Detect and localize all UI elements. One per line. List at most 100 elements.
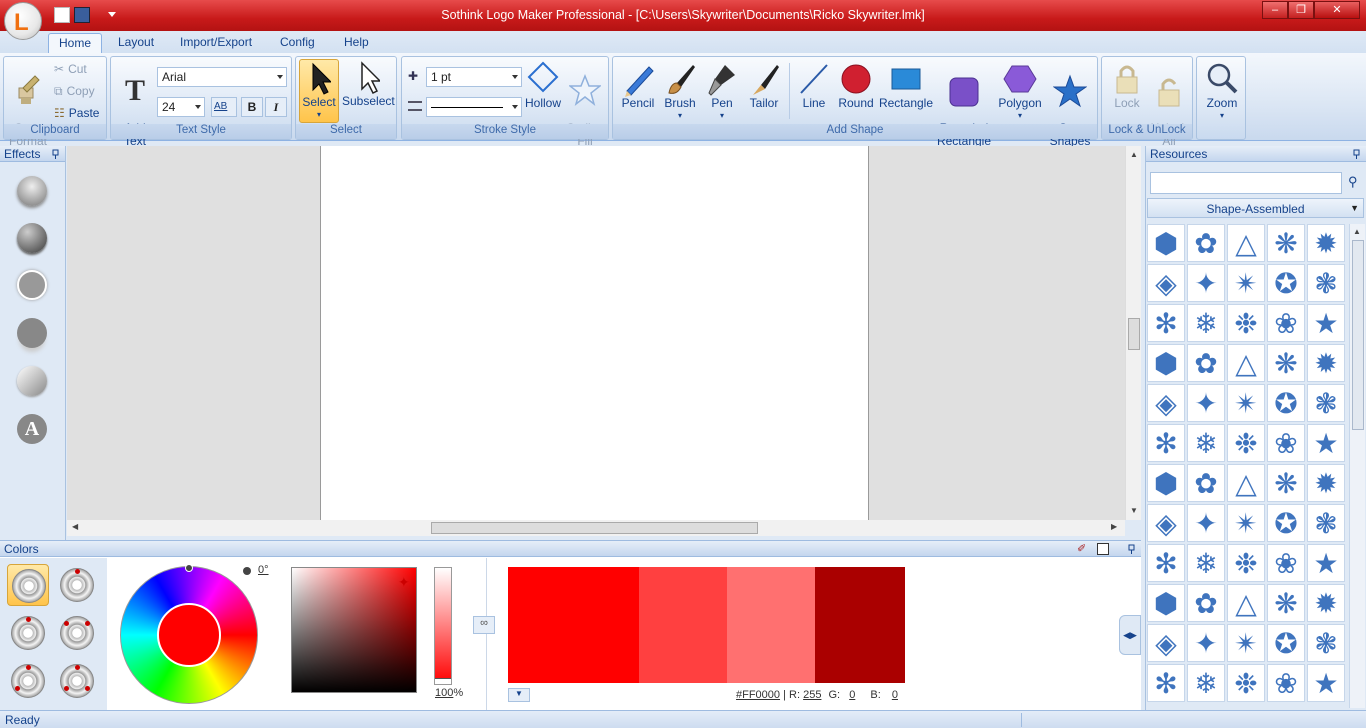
shape-thumbnail[interactable]: ◈ [1147, 504, 1185, 542]
horizontal-scroll-thumb[interactable] [431, 522, 758, 534]
canvas-vertical-scrollbar[interactable]: ▲ ▼ [1125, 146, 1141, 520]
resources-scrollbar[interactable]: ▲ [1349, 224, 1365, 708]
effect-emboss-button[interactable] [17, 223, 47, 253]
shape-thumbnail[interactable]: ❀ [1267, 424, 1305, 462]
fill-solid-button[interactable] [7, 564, 49, 606]
line-style-select[interactable] [426, 97, 522, 117]
font-family-select[interactable]: Arial [157, 67, 287, 87]
shape-thumbnail[interactable]: ◈ [1147, 624, 1185, 662]
close-button[interactable]: ✕ [1314, 1, 1360, 19]
tailor-tool-button[interactable]: Tailor [743, 61, 785, 110]
picker-crosshair-icon[interactable]: ✦ [398, 574, 410, 591]
select-tool-button[interactable]: Select ▾ [299, 59, 339, 123]
zoom-button[interactable]: Zoom ▾ [1200, 61, 1244, 122]
shape-thumbnail[interactable]: ❉ [1227, 664, 1265, 702]
pin-icon[interactable] [1352, 148, 1361, 159]
angle-value[interactable]: 0° [258, 564, 269, 576]
effect-reflection-button[interactable] [17, 318, 47, 348]
shape-thumbnail[interactable]: ✿ [1187, 344, 1225, 382]
shape-thumbnail[interactable]: ✦ [1187, 264, 1225, 302]
shape-thumbnail[interactable]: ✦ [1187, 504, 1225, 542]
pencil-tool-button[interactable]: Pencil [617, 61, 659, 110]
shape-thumbnail[interactable]: ⬢ [1147, 224, 1185, 262]
shape-thumbnail[interactable]: ❉ [1227, 544, 1265, 582]
canvas-area[interactable] [67, 146, 1125, 520]
shape-thumbnail[interactable]: ❀ [1267, 664, 1305, 702]
shape-thumbnail[interactable]: ✦ [1187, 624, 1225, 662]
opacity-slider-thumb[interactable] [435, 678, 451, 684]
round-tool-button[interactable]: Round [835, 61, 877, 110]
copy-button[interactable]: ⧉ Copy [54, 84, 95, 99]
cut-button[interactable]: ✂ Cut [54, 62, 87, 76]
fill-radial-button[interactable] [7, 612, 49, 654]
rectangle-tool-button[interactable]: Rectangle [877, 61, 935, 110]
shape-thumbnail[interactable]: ❃ [1307, 384, 1345, 422]
resources-scroll-thumb[interactable] [1352, 240, 1364, 430]
scroll-up-icon[interactable]: ▲ [1130, 150, 1138, 159]
color-swatch[interactable] [727, 567, 815, 683]
shape-thumbnail[interactable]: ❃ [1307, 624, 1345, 662]
color-wheel[interactable] [120, 564, 258, 704]
opacity-slider[interactable] [434, 567, 452, 685]
tab-layout[interactable]: Layout [108, 33, 164, 53]
color-swatch[interactable] [639, 567, 727, 683]
shape-thumbnail[interactable]: ❉ [1227, 424, 1265, 462]
tab-home[interactable]: Home [48, 33, 102, 53]
fill-multi-offset-button[interactable] [56, 660, 98, 702]
qat-dropdown-icon[interactable] [108, 12, 116, 17]
vertical-scroll-thumb[interactable] [1128, 318, 1140, 350]
color-swatch[interactable] [815, 567, 905, 683]
opacity-value[interactable]: 100 [435, 687, 453, 699]
shape-thumbnail[interactable]: ✻ [1147, 424, 1185, 462]
line-tool-button[interactable]: Line [793, 61, 835, 110]
shape-thumbnail[interactable]: ★ [1307, 424, 1345, 462]
shape-thumbnail[interactable]: ⬢ [1147, 464, 1185, 502]
shape-thumbnail[interactable]: ✪ [1267, 504, 1305, 542]
shape-thumbnail[interactable]: ❀ [1267, 304, 1305, 342]
link-icon[interactable]: ∞ [473, 616, 495, 634]
shape-thumbnail[interactable]: ⬢ [1147, 344, 1185, 382]
text-effect-button[interactable]: AB [211, 97, 237, 117]
polygon-tool-button[interactable]: Polygon ▾ [995, 61, 1045, 122]
resources-search-input[interactable] [1150, 172, 1342, 194]
shape-thumbnail[interactable]: ★ [1307, 544, 1345, 582]
shape-thumbnail[interactable]: ✹ [1307, 224, 1345, 262]
shape-thumbnail[interactable]: ⬢ [1147, 584, 1185, 622]
fill-multi-button[interactable] [7, 660, 49, 702]
shape-thumbnail[interactable]: ✹ [1307, 344, 1345, 382]
font-size-select[interactable]: 24 [157, 97, 205, 117]
save-icon[interactable] [74, 7, 90, 23]
category-select[interactable]: Shape-Assembled ▼ [1147, 198, 1364, 218]
shape-thumbnail[interactable]: ✴ [1227, 384, 1265, 422]
effect-text-button[interactable]: A [17, 414, 47, 444]
pen-tool-button[interactable]: Pen ▾ [701, 61, 743, 122]
application-menu-button[interactable]: L [4, 2, 42, 40]
shape-thumbnail[interactable]: ✿ [1187, 224, 1225, 262]
b-value[interactable]: 0 [892, 689, 898, 701]
shape-thumbnail[interactable]: ✿ [1187, 464, 1225, 502]
color-swatch[interactable] [508, 567, 639, 683]
scroll-up-icon[interactable]: ▲ [1353, 227, 1361, 236]
scroll-right-icon[interactable]: ▶ [1111, 522, 1117, 531]
scroll-left-icon[interactable]: ◀ [72, 522, 78, 531]
fill-radial-offset-button[interactable] [56, 612, 98, 654]
r-value[interactable]: 255 [803, 689, 821, 701]
effect-bevel-button[interactable] [17, 176, 47, 206]
logo-canvas[interactable] [320, 146, 869, 520]
shape-thumbnail[interactable]: ✻ [1147, 304, 1185, 342]
shape-thumbnail[interactable]: ❋ [1267, 464, 1305, 502]
canvas-horizontal-scrollbar[interactable]: ◀ ▶ [67, 520, 1125, 536]
effect-glow-button[interactable] [17, 270, 47, 300]
shape-thumbnail[interactable]: ❃ [1307, 264, 1345, 302]
bold-button[interactable]: B [241, 97, 263, 117]
shape-thumbnail[interactable]: ✻ [1147, 664, 1185, 702]
hex-value[interactable]: #FF0000 [736, 689, 780, 701]
shape-thumbnail[interactable]: ❋ [1267, 224, 1305, 262]
shape-thumbnail[interactable]: △ [1227, 584, 1265, 622]
paste-button[interactable]: ☷ Paste [54, 106, 99, 120]
new-file-icon[interactable] [54, 7, 70, 23]
shape-thumbnail[interactable]: ❀ [1267, 544, 1305, 582]
tab-help[interactable]: Help [334, 33, 379, 53]
shape-thumbnail[interactable]: ★ [1307, 304, 1345, 342]
shape-thumbnail[interactable]: △ [1227, 224, 1265, 262]
